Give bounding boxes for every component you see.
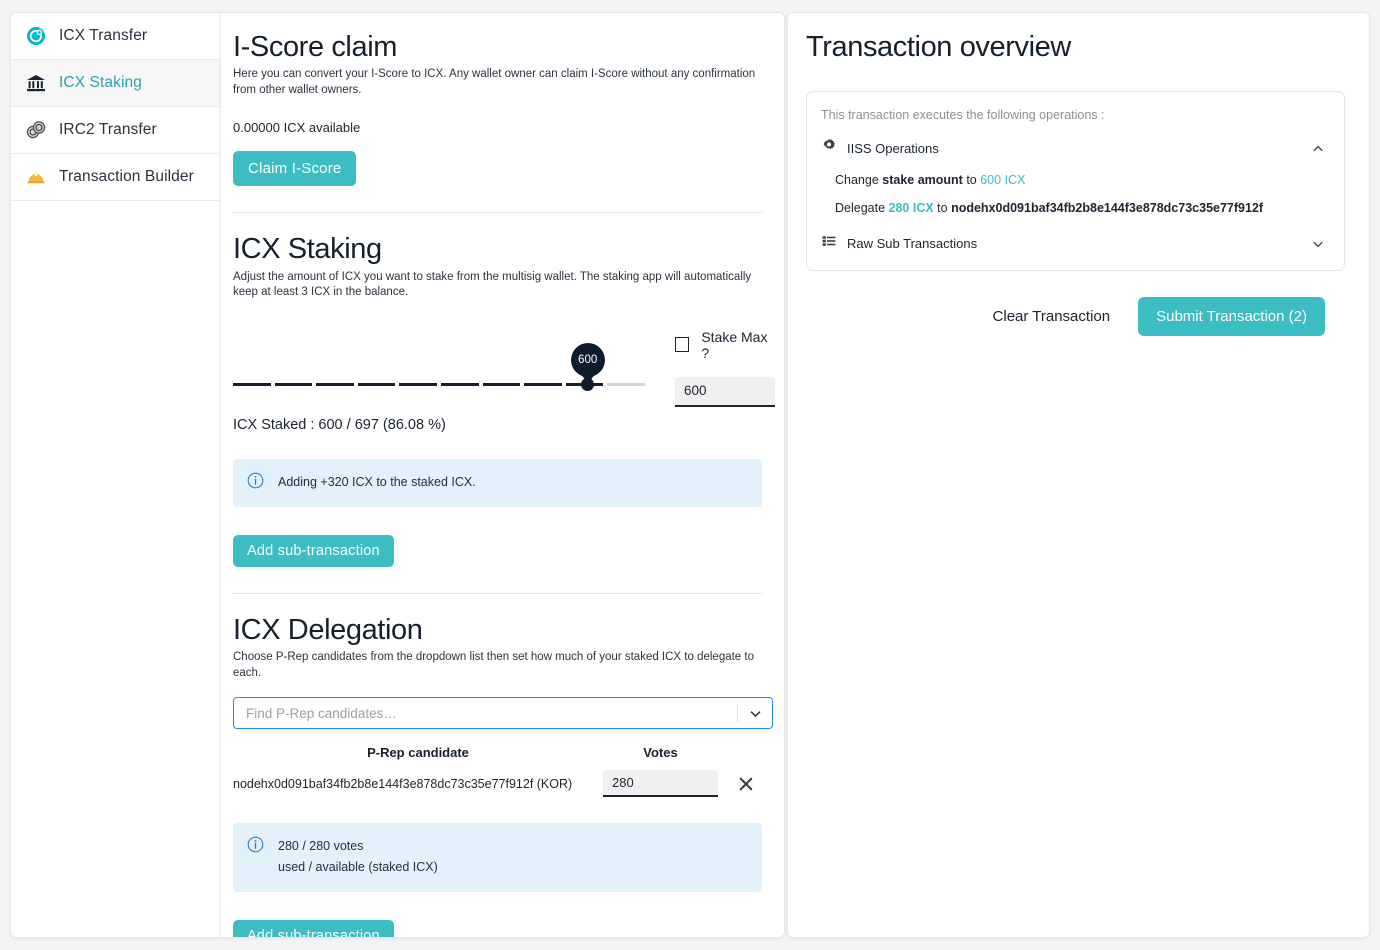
- sidebar-item-irc2-transfer[interactable]: IRC2 Transfer: [11, 107, 220, 154]
- coins-icon: [25, 119, 47, 141]
- column-header-candidate: P-Rep candidate: [367, 745, 469, 761]
- votes-input[interactable]: [603, 770, 718, 798]
- iscore-available: 0.00000 ICX available: [233, 120, 361, 136]
- staking-add-subtransaction-button[interactable]: Add sub-transaction: [233, 534, 394, 567]
- prep-select[interactable]: Find P-Rep candidates…: [233, 697, 773, 730]
- iscore-description: Here you can convert your I-Score to ICX…: [233, 68, 756, 96]
- divider: [233, 212, 762, 214]
- clear-transaction-button[interactable]: Clear Transaction: [991, 302, 1113, 331]
- sidebar-item-label: ICX Staking: [59, 74, 142, 91]
- hardhat-icon: [25, 166, 47, 188]
- sidebar-item-transaction-builder[interactable]: Transaction Builder: [11, 154, 220, 201]
- stake-slider[interactable]: 600: [233, 335, 645, 407]
- icx-staked-summary: ICX Staked : 600 / 697 (86.08 %): [233, 416, 446, 433]
- main-panel: I-Score claim Here you can convert your …: [220, 12, 785, 938]
- delegation-description: Choose P-Rep candidates from the dropdow…: [233, 651, 754, 679]
- slider-thumb[interactable]: [581, 377, 595, 391]
- sidebar-item-icx-transfer[interactable]: ICX Transfer: [11, 13, 220, 60]
- staking-info-box: Adding +320 ICX to the staked ICX.: [233, 458, 762, 507]
- operations-lead: This transaction executes the following …: [821, 108, 1105, 122]
- staking-description: Adjust the amount of ICX you want to sta…: [233, 270, 752, 299]
- info-icon: [247, 836, 264, 858]
- sidebar-item-label: ICX Transfer: [59, 27, 148, 44]
- list-icon: [821, 233, 837, 254]
- sidebar-item-label: Transaction Builder: [59, 168, 194, 185]
- delegation-info-box: 280 / 280 votes used / available (staked…: [233, 823, 762, 892]
- claim-iscore-button[interactable]: Claim I-Score: [233, 151, 357, 187]
- gear-icon: [821, 138, 837, 159]
- stake-slider-row: 600 Stake Max ?: [233, 329, 775, 407]
- submit-transaction-button[interactable]: Submit Transaction (2): [1138, 297, 1325, 336]
- delegation-table: P-Rep candidate Votes nodehx0d091baf34fb…: [233, 745, 773, 798]
- remove-candidate-icon[interactable]: [718, 777, 773, 791]
- table-row: nodehx0d091baf34fb2b8e144f3e878dc73c35e7…: [233, 770, 773, 798]
- stake-max-label: Stake Max ?: [701, 328, 768, 361]
- chevron-up-icon[interactable]: [1310, 142, 1326, 156]
- raw-sub-transactions-group[interactable]: Raw Sub Transactions: [821, 233, 1326, 254]
- staking-info-text: Adding +320 ICX to the staked ICX.: [278, 474, 476, 489]
- operations-card: This transaction executes the following …: [806, 91, 1345, 271]
- sidebar-item-icx-staking[interactable]: ICX Staking: [11, 60, 220, 107]
- chevron-down-icon[interactable]: [738, 706, 772, 721]
- stake-max-checkbox[interactable]: [675, 337, 690, 353]
- bank-icon: [25, 72, 47, 94]
- overview-title: Transaction overview: [806, 31, 1071, 63]
- delegation-title: ICX Delegation: [233, 613, 423, 646]
- info-icon: [247, 472, 264, 494]
- sidebar-item-label: IRC2 Transfer: [59, 121, 157, 138]
- staking-title: ICX Staking: [233, 233, 382, 266]
- votes-available-line: used / available (staked ICX): [278, 860, 438, 875]
- stake-controls: Stake Max ?: [675, 329, 775, 407]
- table-header: P-Rep candidate Votes: [233, 745, 773, 760]
- operation-delegate: Delegate 280 ICX to nodehx0d091baf34fb2b…: [835, 201, 1264, 215]
- iiss-operations-group[interactable]: IISS Operations: [821, 138, 1326, 159]
- delegation-add-subtransaction-button[interactable]: Add sub-transaction: [233, 919, 394, 937]
- candidate-address: nodehx0d091baf34fb2b8e144f3e878dc73c35e7…: [233, 776, 573, 791]
- votes-used-line: 280 / 280 votes: [278, 839, 364, 854]
- chevron-down-icon[interactable]: [1310, 237, 1326, 251]
- column-header-votes: Votes: [643, 745, 678, 761]
- staking-section: ICX Staking Adjust the amount of ICX you…: [233, 233, 775, 567]
- operation-change-stake: Change stake amount to 600 ICX: [835, 173, 1026, 187]
- raw-sub-transactions-label: Raw Sub Transactions: [847, 236, 978, 251]
- delegation-section: ICX Delegation Choose P-Rep candidates f…: [233, 613, 773, 937]
- iiss-operations-label: IISS Operations: [847, 141, 939, 156]
- prep-select-placeholder: Find P-Rep candidates…: [246, 705, 397, 721]
- stake-max-row: Stake Max ?: [675, 329, 775, 361]
- divider-2: [233, 592, 762, 594]
- app-root: ICX Transfer ICX Staking IRC2 Transfer T…: [0, 0, 1380, 950]
- slider-value-bubble: 600: [570, 342, 605, 377]
- sidebar: ICX Transfer ICX Staking IRC2 Transfer T…: [10, 12, 220, 938]
- overview-actions: Clear Transaction Submit Transaction (2): [806, 297, 1345, 336]
- iscore-title: I-Score claim: [233, 31, 397, 63]
- transaction-overview-panel: Transaction overview This transaction ex…: [787, 12, 1370, 938]
- iscore-section: I-Score claim Here you can convert your …: [233, 31, 762, 187]
- icx-logo-icon: [25, 25, 47, 47]
- stake-amount-input[interactable]: [675, 376, 775, 407]
